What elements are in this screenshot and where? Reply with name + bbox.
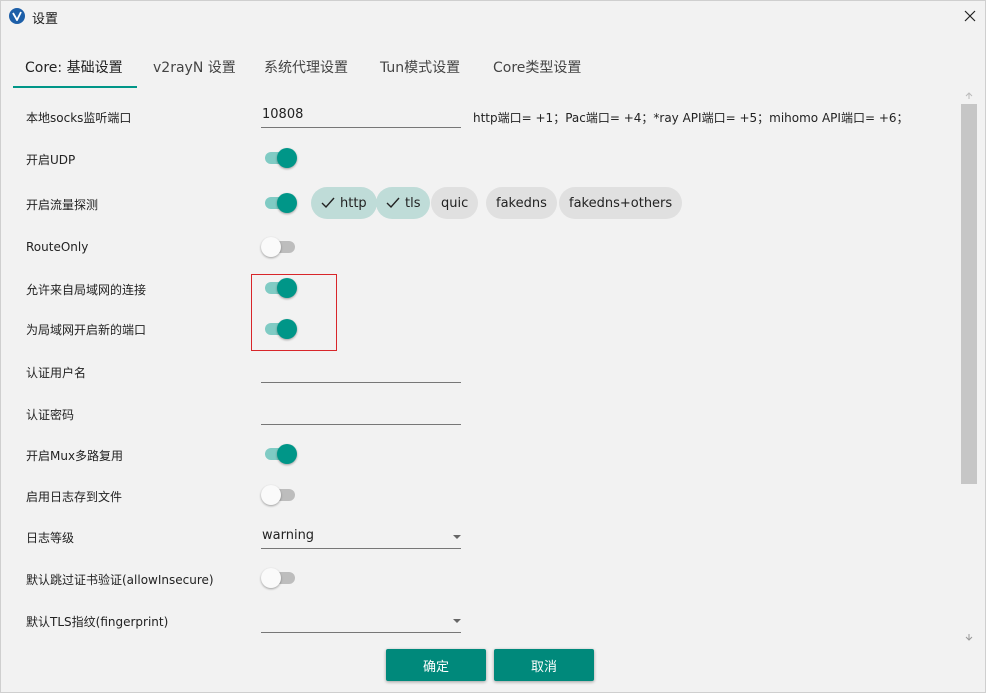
v2rayn-logo-icon: [9, 8, 25, 24]
tab-bar: Core: 基础设置 v2rayN 设置 系统代理设置 Tun模式设置 Core…: [13, 45, 973, 88]
scroll-up-button[interactable]: [961, 89, 977, 103]
close-icon: [964, 10, 976, 22]
chip-http[interactable]: http: [311, 187, 377, 219]
log-to-file-label: 启用日志存到文件: [26, 490, 123, 504]
close-button[interactable]: [955, 1, 985, 31]
auth-pass-input[interactable]: [261, 401, 461, 425]
tab-core-basic[interactable]: Core: 基础设置: [25, 45, 123, 88]
settings-form: 本地socks监听端口 10808 http端口= +1；Pac端口= +4；*…: [11, 89, 961, 645]
chip-quic[interactable]: quic: [431, 187, 479, 219]
arrow-down-icon: [965, 634, 973, 641]
row-auth-user: 认证用户名: [11, 351, 961, 391]
row-new-lan-port: 为局域网开启新的端口: [11, 309, 961, 349]
tab-core-type[interactable]: Core类型设置: [493, 45, 581, 88]
title-bar: 设置: [1, 1, 985, 31]
enable-udp-toggle[interactable]: [263, 147, 297, 168]
route-only-toggle[interactable]: [261, 236, 297, 257]
tab-v2rayn-settings[interactable]: v2rayN 设置: [153, 45, 236, 88]
vertical-scrollbar[interactable]: [960, 88, 978, 646]
sniffing-label: 开启流量探测: [26, 198, 99, 212]
highlight-box: [251, 274, 337, 351]
ok-button[interactable]: 确定: [386, 649, 486, 681]
auth-pass-label: 认证密码: [26, 408, 75, 422]
enable-udp-label: 开启UDP: [26, 153, 76, 167]
route-only-label: RouteOnly: [26, 240, 89, 254]
tab-tun-mode[interactable]: Tun模式设置: [380, 45, 460, 88]
dropdown-arrow-icon: [453, 535, 461, 539]
row-mux: 开启Mux多路复用: [11, 434, 961, 474]
fingerprint-select[interactable]: [261, 609, 461, 633]
row-auth-pass: 认证密码: [11, 393, 961, 433]
socks-port-label: 本地socks监听端口: [26, 111, 132, 125]
allow-insecure-toggle[interactable]: [261, 567, 297, 588]
mux-toggle[interactable]: [263, 443, 297, 464]
row-log-to-file: 启用日志存到文件: [11, 475, 961, 515]
check-icon: [386, 197, 400, 209]
scroll-thumb[interactable]: [961, 104, 977, 484]
row-socks-port: 本地socks监听端口 10808 http端口= +1；Pac端口= +4；*…: [11, 97, 961, 137]
arrow-up-icon: [965, 92, 973, 99]
sniffing-toggle[interactable]: [263, 192, 297, 213]
row-fingerprint: 默认TLS指纹(fingerprint): [11, 600, 961, 640]
scroll-down-button[interactable]: [961, 630, 977, 644]
chip-tls[interactable]: tls: [376, 187, 431, 219]
row-allow-insecure: 默认跳过证书验证(allowInsecure): [11, 558, 961, 598]
log-to-file-toggle[interactable]: [261, 484, 297, 505]
settings-window: 设置 Core: 基础设置 v2rayN 设置 系统代理设置 Tun模式设置 C…: [0, 0, 986, 693]
fingerprint-label: 默认TLS指纹(fingerprint): [26, 615, 169, 629]
port-hint-text: http端口= +1；Pac端口= +4；*ray API端口= +5；miho…: [473, 111, 909, 125]
check-icon: [321, 197, 335, 209]
auth-user-label: 认证用户名: [26, 366, 87, 380]
row-enable-udp: 开启UDP: [11, 139, 961, 179]
mux-label: 开启Mux多路复用: [26, 449, 124, 463]
row-log-level: 日志等级 warning: [11, 516, 961, 556]
dropdown-arrow-icon: [453, 619, 461, 623]
log-level-select[interactable]: warning: [261, 525, 461, 549]
chip-fakedns-others[interactable]: fakedns+others: [559, 187, 683, 219]
row-allow-lan: 允许来自局域网的连接: [11, 269, 961, 309]
row-route-only: RouteOnly: [11, 227, 961, 267]
auth-user-input[interactable]: [261, 359, 461, 383]
cancel-button[interactable]: 取消: [494, 649, 594, 681]
window-title: 设置: [32, 12, 59, 27]
new-lan-port-label: 为局域网开启新的端口: [26, 323, 147, 337]
active-tab-indicator: [13, 86, 137, 88]
tab-system-proxy[interactable]: 系统代理设置: [264, 45, 348, 88]
log-level-label: 日志等级: [26, 531, 75, 545]
allow-insecure-label: 默认跳过证书验证(allowInsecure): [26, 573, 214, 587]
row-sniffing: 开启流量探测 http tls quic fakedns fakedns+oth…: [11, 183, 961, 223]
socks-port-input[interactable]: 10808: [261, 104, 461, 128]
allow-lan-label: 允许来自局域网的连接: [26, 283, 147, 297]
chip-fakedns[interactable]: fakedns: [486, 187, 557, 219]
